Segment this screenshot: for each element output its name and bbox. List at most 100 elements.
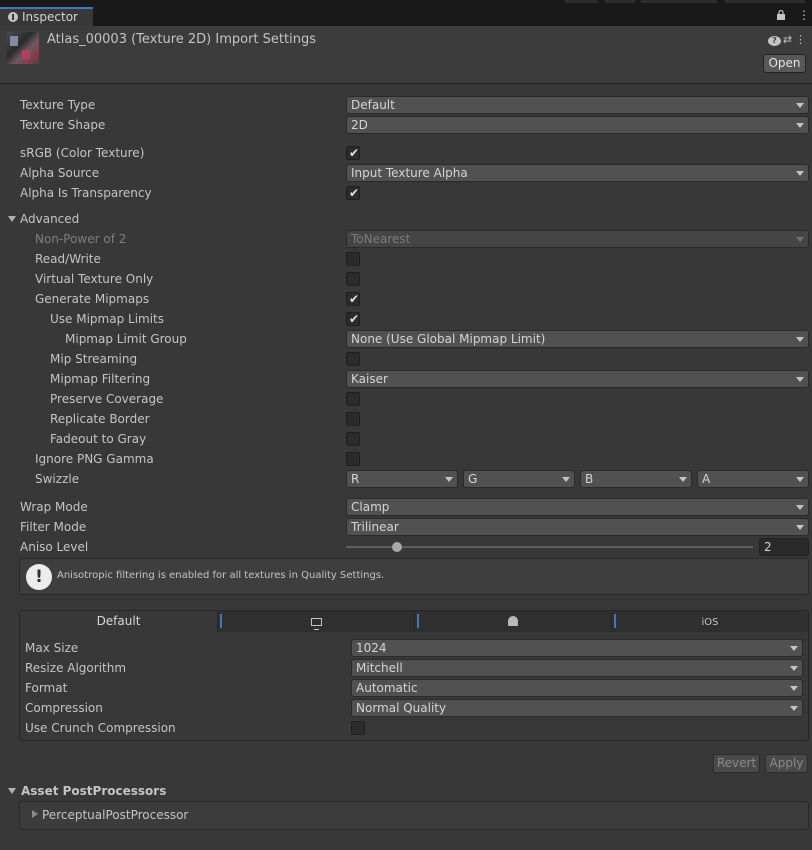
mip-streaming-checkbox[interactable]	[346, 352, 360, 366]
swizzle-g-dropdown[interactable]: G	[463, 470, 575, 488]
replicate-border-checkbox[interactable]	[346, 412, 360, 426]
dropdown-value: Default	[351, 98, 395, 112]
fadeout-gray-label: Fadeout to Gray	[50, 432, 147, 446]
settings-sliders-icon[interactable]: ⇄	[781, 33, 794, 46]
crunch-compression-label: Use Crunch Compression	[25, 721, 176, 735]
toolbar-stub	[565, 0, 598, 3]
mipmap-filtering-dropdown[interactable]: Kaiser	[346, 370, 809, 388]
aniso-level-row: Aniso Level	[0, 538, 812, 558]
srgb-row: sRGB (Color Texture) ✔	[0, 144, 812, 164]
dropdown-value: B	[585, 472, 594, 486]
mipmap-filtering-row: Mipmap Filtering Kaiser	[0, 370, 812, 390]
alpha-source-label: Alpha Source	[20, 166, 100, 180]
foldout-arrow-right-icon[interactable]	[32, 810, 38, 818]
dropdown-value: Input Texture Alpha	[351, 166, 468, 180]
dropdown-value: Trilinear	[351, 520, 399, 534]
generate-mipmaps-checkbox[interactable]: ✔	[346, 292, 360, 306]
platform-tabs: Default iOS	[20, 611, 808, 632]
checkmark-icon: ✔	[349, 292, 360, 306]
generate-mipmaps-label: Generate Mipmaps	[35, 292, 150, 306]
dropdown-value: 2D	[351, 118, 368, 132]
preserve-coverage-checkbox[interactable]	[346, 392, 360, 406]
toolbar-stub	[641, 0, 717, 3]
android-icon	[508, 616, 518, 626]
aniso-level-slider-track[interactable]	[346, 546, 753, 548]
tab-indicator	[417, 614, 419, 628]
format-label: Format	[25, 681, 68, 695]
texture-type-dropdown[interactable]: Default	[346, 96, 809, 114]
list-item[interactable]: PerceptualPostProcessor	[42, 808, 188, 822]
more-menu-icon[interactable]: ⋮	[798, 9, 810, 21]
dropdown-value: R	[351, 472, 360, 486]
alpha-source-dropdown[interactable]: Input Texture Alpha	[346, 164, 809, 182]
alpha-transparency-checkbox[interactable]: ✔	[346, 186, 360, 200]
virtual-texture-row: Virtual Texture Only	[0, 270, 812, 290]
use-mipmap-limits-label: Use Mipmap Limits	[50, 312, 165, 326]
crunch-compression-checkbox[interactable]	[351, 721, 365, 735]
mipmap-limit-group-dropdown[interactable]: None (Use Global Mipmap Limit)	[346, 330, 809, 348]
inspector-header: Atlas_00003 (Texture 2D) Import Settings…	[0, 26, 812, 84]
tab-android[interactable]	[414, 611, 611, 632]
chevron-down-icon	[679, 477, 687, 482]
dropdown-value: Normal Quality	[356, 701, 447, 715]
alpha-source-row: Alpha Source Input Texture Alpha	[0, 164, 812, 184]
tab-standalone[interactable]	[217, 611, 414, 632]
advanced-label: Advanced	[20, 212, 80, 226]
preserve-coverage-row: Preserve Coverage	[0, 390, 812, 410]
ignore-png-gamma-checkbox[interactable]	[346, 452, 360, 466]
chevron-down-icon	[796, 377, 804, 382]
tab-ios[interactable]: iOS	[611, 611, 808, 632]
asset-postprocessors-foldout[interactable]: Asset PostProcessors	[0, 783, 812, 801]
help-icon[interactable]: ?	[768, 33, 781, 46]
fadeout-gray-checkbox[interactable]	[346, 432, 360, 446]
checkmark-icon: ✔	[349, 312, 360, 326]
tab-default-label: Default	[96, 614, 141, 628]
resize-algorithm-dropdown[interactable]: Mitchell	[351, 659, 803, 677]
replicate-border-label: Replicate Border	[50, 412, 150, 426]
aniso-level-slider-handle[interactable]	[391, 542, 402, 552]
compression-dropdown[interactable]: Normal Quality	[351, 699, 803, 717]
open-button[interactable]: Open	[763, 54, 806, 73]
chevron-down-icon	[796, 477, 804, 482]
mipmap-limit-group-label: Mipmap Limit Group	[65, 332, 187, 346]
dropdown-value: ToNearest	[351, 232, 411, 246]
read-write-label: Read/Write	[35, 252, 101, 266]
tab-ios-label: iOS	[701, 617, 719, 628]
page-title: Atlas_00003 (Texture 2D) Import Settings	[47, 32, 316, 47]
asset-postprocessors-title: Asset PostProcessors	[21, 784, 167, 798]
read-write-row: Read/Write	[0, 250, 812, 270]
aniso-level-label: Aniso Level	[20, 540, 89, 554]
max-size-row: Max Size 1024	[0, 639, 812, 659]
swizzle-r-dropdown[interactable]: R	[346, 470, 458, 488]
texture-shape-dropdown[interactable]: 2D	[346, 116, 809, 134]
virtual-texture-checkbox[interactable]	[346, 272, 360, 286]
non-power-of-2-row: Non-Power of 2 ToNearest	[0, 230, 812, 250]
dropdown-value: G	[468, 472, 478, 486]
swizzle-a-dropdown[interactable]: A	[697, 470, 809, 488]
texture-type-label: Texture Type	[20, 98, 96, 112]
foldout-arrow-down-icon	[8, 216, 16, 222]
wrap-mode-dropdown[interactable]: Clamp	[346, 498, 809, 516]
header-icons: ? ⇄ ⋮	[768, 33, 807, 46]
tab-inspector[interactable]: Inspector	[0, 7, 93, 26]
apply-button[interactable]: Apply	[765, 754, 808, 773]
read-write-checkbox[interactable]	[346, 252, 360, 266]
use-mipmap-limits-checkbox[interactable]: ✔	[346, 312, 360, 326]
dropdown-value: A	[702, 472, 711, 486]
revert-button[interactable]: Revert	[713, 754, 760, 773]
swizzle-b-dropdown[interactable]: B	[580, 470, 692, 488]
tab-default-platform[interactable]: Default	[20, 611, 217, 632]
filter-mode-dropdown[interactable]: Trilinear	[346, 518, 809, 536]
lock-icon[interactable]	[776, 10, 786, 20]
chevron-down-icon	[796, 171, 804, 176]
max-size-dropdown[interactable]: 1024	[351, 639, 803, 657]
format-dropdown[interactable]: Automatic	[351, 679, 803, 697]
checkmark-icon: ✔	[349, 146, 360, 160]
srgb-checkbox[interactable]: ✔	[346, 146, 360, 160]
aniso-level-input[interactable]: 2	[759, 538, 809, 556]
chevron-down-icon	[790, 706, 798, 711]
more-menu-icon[interactable]: ⋮	[794, 33, 807, 46]
swizzle-label: Swizzle	[35, 472, 80, 486]
mip-streaming-row: Mip Streaming	[0, 350, 812, 370]
advanced-foldout[interactable]: Advanced	[0, 210, 812, 230]
